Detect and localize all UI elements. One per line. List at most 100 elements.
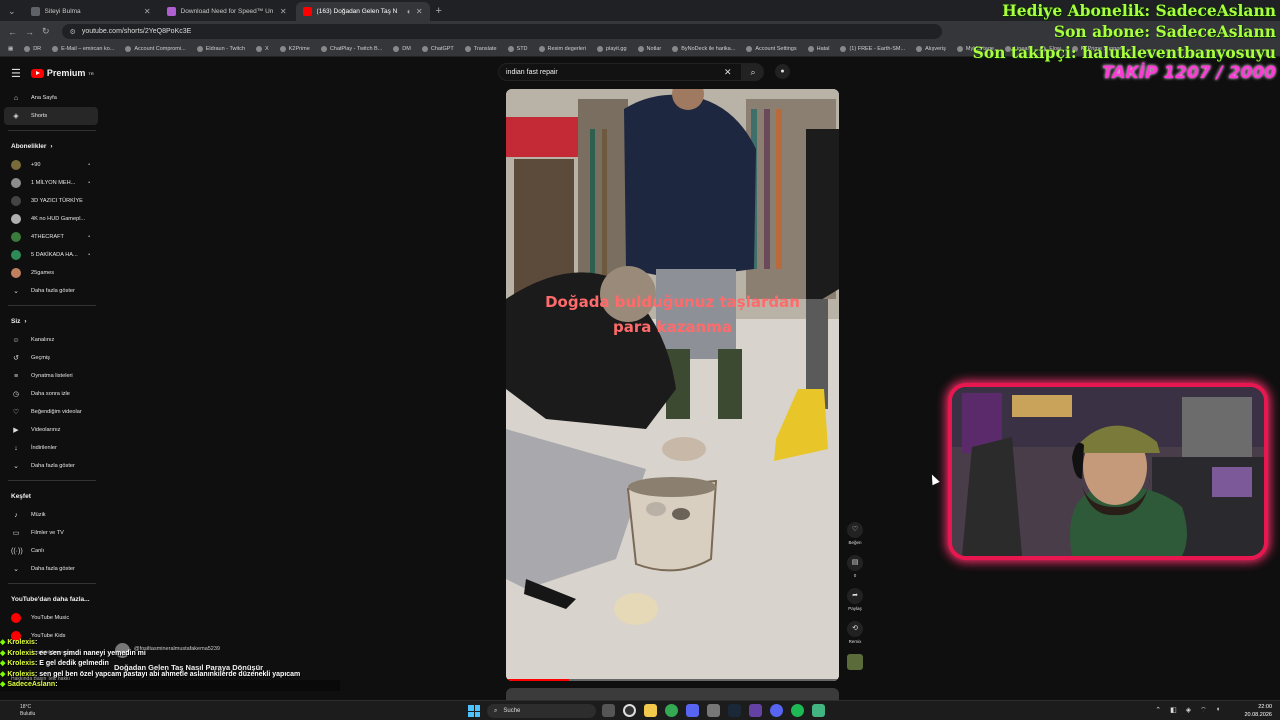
sidebar-item-subscription[interactable]: 25games (0, 264, 104, 282)
bookmark-item[interactable]: Account Settings (746, 46, 797, 52)
sidebar-item-shorts[interactable]: ◈ Shorts (4, 107, 98, 125)
sidebar-item-show-more[interactable]: ⌄ Daha fazla göster (0, 282, 104, 300)
bookmark-item[interactable]: Notlar (637, 46, 661, 52)
like-button[interactable]: ♡ (847, 522, 863, 538)
menu-icon[interactable]: ☰ (11, 67, 21, 80)
bookmark-item[interactable]: E-Mail – emircan ko... (52, 46, 114, 52)
bookmark-item[interactable]: MyHeritage (956, 46, 994, 52)
app-icon-4[interactable] (812, 704, 825, 717)
bookmark-item[interactable]: Translate (464, 46, 497, 52)
sidebar-item-explore[interactable]: ((·)) Canlı (0, 542, 104, 560)
remix-button[interactable]: ⟲ (847, 621, 863, 637)
close-tab-icon[interactable]: ✕ (144, 7, 151, 16)
obs-icon[interactable] (623, 704, 636, 717)
volume-icon[interactable]: ◖ (1216, 706, 1220, 715)
sidebar-item-you[interactable]: ♡ Beğendiğim videolar (0, 403, 104, 421)
search-button[interactable]: ⌕ (742, 63, 764, 81)
browser-tab-1[interactable]: Siteyi Bulma ✕ (24, 2, 158, 21)
bookmark-item[interactable]: Eldraun - Twitch (196, 46, 245, 52)
explore-header[interactable]: Keşfet (0, 486, 104, 506)
bookmark-item[interactable]: DR (24, 46, 41, 52)
sidebar-item-explore[interactable]: ♪ Müzik (0, 506, 104, 524)
file-explorer-icon[interactable] (644, 704, 657, 717)
sidebar-item-subscription[interactable]: 4K no HUD Gamepl... (0, 210, 104, 228)
sidebar-item-subscription[interactable]: 4THECRAFT • (0, 228, 104, 246)
spotify-icon[interactable] (791, 704, 804, 717)
sidebar-item-subscription[interactable]: 3D YAZICI TÜRKİYE (0, 192, 104, 210)
bookmark-item[interactable]: K2Prime (279, 46, 310, 52)
app-icon[interactable] (686, 704, 699, 717)
comments-button[interactable]: ▤ (847, 555, 863, 571)
reload-icon[interactable]: ↻ (42, 26, 50, 37)
browser-tab-3-active[interactable]: (163) Doğadan Gelen Taş N ◖ ✕ (295, 2, 430, 21)
sidebar-item-you[interactable]: ▶ Videolarınız (0, 421, 104, 439)
youtube-logo[interactable]: Premium TR (30, 68, 94, 78)
bookmark-item[interactable]: X (256, 46, 269, 52)
bookmark-item[interactable]: Flow (1040, 46, 1061, 52)
sidebar-item-you[interactable]: ≡ Oynatma listeleri (0, 367, 104, 385)
close-tab-icon[interactable]: ✕ (280, 7, 287, 16)
bookmark-item[interactable]: ChatGPT (421, 46, 454, 52)
voice-search-button[interactable]: ● (775, 64, 790, 79)
short-video-player[interactable]: Doğada bulduğunuz taşlardan para kazanma (506, 89, 839, 681)
windows-start-icon[interactable] (468, 705, 480, 717)
sidebar-item-youtube-app[interactable]: YouTube Music (0, 609, 104, 627)
video-progress-bar[interactable] (506, 679, 839, 681)
bookmark-item[interactable]: Linear (1004, 46, 1029, 52)
sidebar-item-label: Kanalınız (31, 337, 55, 343)
sidebar-item-subscription[interactable]: 1 MİLYON MEH... • (0, 174, 104, 192)
sound-thumbnail[interactable] (847, 654, 863, 670)
app-icon-3[interactable] (749, 704, 762, 717)
tray-app-icon[interactable]: ◧ (1170, 706, 1177, 715)
taskbar-search[interactable]: ⌕ Suche (487, 704, 596, 718)
chrome-icon[interactable] (665, 704, 678, 717)
you-header[interactable]: Siz › (0, 311, 104, 331)
share-button[interactable]: ➦ (847, 588, 863, 604)
app-icon-2[interactable] (707, 704, 720, 717)
bookmark-item[interactable]: K2Prime Support (1071, 46, 1123, 52)
network-icon[interactable]: ⌔ (1200, 706, 1207, 715)
next-short-preview[interactable] (506, 688, 839, 700)
browser-tab-2[interactable]: Download Need for Speed™ Un ✕ (160, 2, 294, 21)
bookmark-item[interactable]: Resim degerleri (538, 46, 586, 52)
sidebar-item-you[interactable]: ⌄ Daha fazla göster (0, 457, 104, 475)
bookmark-item[interactable]: (1) FREE - Earth-SM... (840, 46, 905, 52)
bookmark-item[interactable]: ByNoDeck ile harika... (672, 46, 735, 52)
bookmark-item[interactable]: STD (507, 46, 528, 52)
sidebar-item-you[interactable]: ↺ Geçmiş (0, 349, 104, 367)
sidebar-item-subscription[interactable]: +90 • (0, 156, 104, 174)
steam-icon[interactable] (728, 704, 741, 717)
sidebar-item-subscription[interactable]: 5 DAKİKADA HA... • (0, 246, 104, 264)
bookmark-item[interactable]: playit.gg (597, 46, 627, 52)
search-input[interactable]: indian fast repair (498, 63, 742, 81)
weather-widget[interactable]: 18°C Bulutlu (20, 704, 35, 718)
sidebar-item-ana-sayfa[interactable]: ⌂ Ana Sayfa (0, 89, 104, 107)
url-field[interactable]: ⚙ youtube.com/shorts/2YeQ8PoKc3E (61, 24, 942, 39)
task-view-icon[interactable] (602, 704, 615, 717)
bookmark-item[interactable]: Hatal (807, 46, 829, 52)
clear-search-icon[interactable]: ✕ (724, 63, 732, 81)
bookmark-item[interactable]: DM (393, 46, 411, 52)
audio-icon[interactable]: ◖ (406, 7, 411, 16)
bookmark-item[interactable]: Alışveriş (916, 46, 946, 52)
tray-app-icon-2[interactable]: ◈ (1186, 706, 1191, 715)
close-tab-icon[interactable]: ✕ (416, 7, 423, 16)
sidebar-item-you[interactable]: ↓ İndirilenler (0, 439, 104, 457)
sidebar-item-you[interactable]: ◷ Daha sonra izle (0, 385, 104, 403)
more-from-youtube-header[interactable]: YouTube'dan daha fazla... (0, 589, 104, 609)
bookmark-item[interactable]: ChatPlay - Twitch B... (320, 46, 382, 52)
discord-icon[interactable] (770, 704, 783, 717)
sidebar-item-you[interactable]: ☺ Kanalınız (0, 331, 104, 349)
bookmark-item[interactable]: Account Compromi... (125, 46, 186, 52)
new-tab-icon[interactable]: + (436, 5, 442, 17)
tab-list-icon[interactable]: ⌄ (8, 6, 16, 17)
taskbar-clock[interactable]: 22:00 20.08.2026 (1244, 703, 1272, 719)
apps-icon[interactable]: ▦ (8, 46, 13, 52)
forward-icon[interactable]: → (25, 27, 34, 37)
back-icon[interactable]: ← (8, 27, 17, 37)
site-info-icon[interactable]: ⚙ (70, 28, 76, 36)
sidebar-item-explore[interactable]: ▭ Filmler ve TV (0, 524, 104, 542)
tray-chevron-icon[interactable]: ⌃ (1155, 706, 1161, 715)
sidebar-item-explore[interactable]: ⌄ Daha fazla göster (0, 560, 104, 578)
subscriptions-header[interactable]: Abonelikler › (0, 136, 104, 156)
